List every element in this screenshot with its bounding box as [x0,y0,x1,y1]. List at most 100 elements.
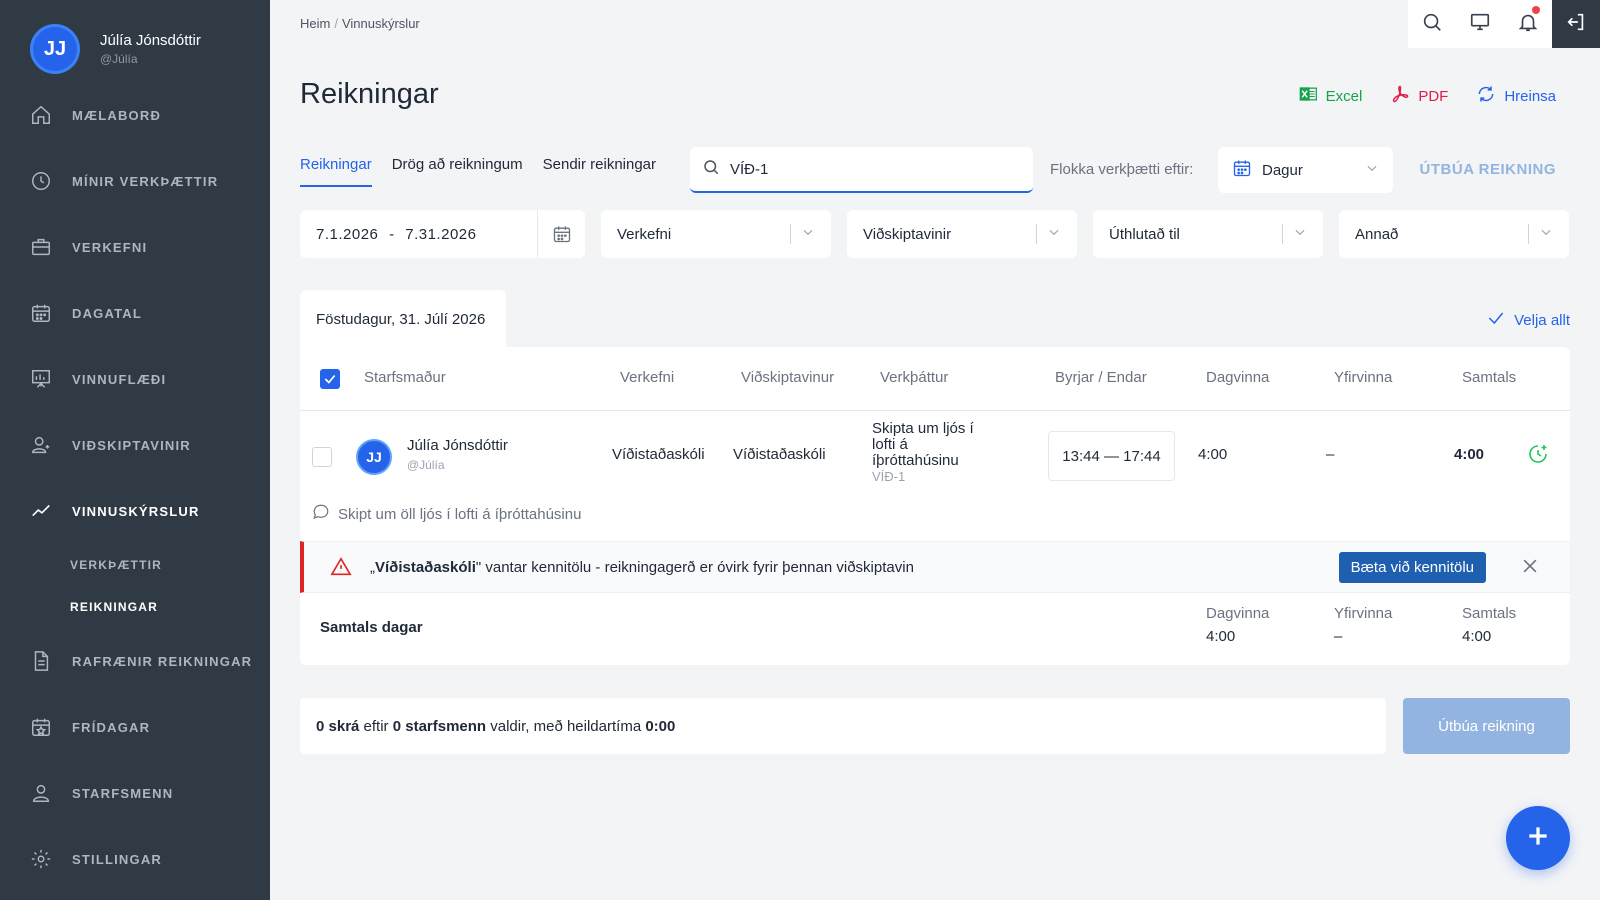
total-overtime: – [1334,628,1343,645]
clock-plus-icon [1526,445,1550,470]
group-by-value: Dagur [1262,161,1303,179]
chevron-down-icon [1539,225,1553,243]
time-range-box[interactable]: 13:44 — 17:44 [1048,431,1175,481]
search-icon [1421,11,1443,38]
calendar-icon[interactable] [537,210,585,258]
excel-icon [1298,84,1318,108]
col-overtime[interactable]: Yfirvinna [1334,369,1392,386]
group-by-select[interactable]: Dagur [1218,147,1393,193]
export-actions: Excel PDF Hreinsa [1298,84,1556,108]
missing-id-alert: „Víðistaðaskóli" vantar kennitölu - reik… [300,541,1570,593]
sidebar-nav: MÆLABORÐ MÍNIR VERKÞÆTTIR VERKEFNI DAGAT… [0,82,270,892]
user-name: Júlía Jónsdóttir [100,32,201,49]
employee-handle: @Júlía [407,458,445,472]
user-profile[interactable]: JJ Júlía Jónsdóttir @Júlía [30,24,201,74]
other-filter[interactable]: Annað [1339,210,1569,258]
day-header: Föstudagur, 31. Júlí 2026 [300,290,506,348]
check-icon [1486,308,1506,332]
workflow-icon [30,368,52,390]
add-time-button[interactable] [1526,442,1550,470]
col-task[interactable]: Verkþáttur [880,369,948,386]
date-range-picker[interactable]: 7.1.2026 - 7.31.2026 [300,210,585,258]
row-customer: Víðistaðaskóli [733,446,826,463]
plus-icon [1525,823,1551,854]
customer-filter[interactable]: Viðskiptavinir [847,210,1077,258]
breadcrumb-home[interactable]: Heim [300,16,330,31]
monitor-button[interactable] [1456,0,1504,48]
sidebar-item-my-tasks[interactable]: MÍNIR VERKÞÆTTIR [0,148,270,214]
total-day-work: 4:00 [1206,628,1236,645]
document-icon [30,650,52,672]
header-checkbox[interactable] [320,369,340,389]
sidebar-item-e-invoices[interactable]: RAFRÆNIR REIKNINGAR [0,628,270,694]
sidebar-item-workflow[interactable]: VINNUFLÆÐI [0,346,270,412]
create-invoice-button[interactable]: Útbúa reikning [1403,698,1570,754]
holiday-icon [30,716,52,738]
create-invoice-link[interactable]: ÚTBÚA REIKNING [1420,161,1556,178]
col-total[interactable]: Samtals [1462,369,1516,386]
sidebar-item-timesheets[interactable]: VINNUSKÝRSLUR [0,478,270,544]
date-from: 7.1.2026 [316,225,379,243]
sidebar-item-settings[interactable]: STILLINGAR [0,826,270,892]
sidebar-item-projects[interactable]: VERKEFNI [0,214,270,280]
search-button[interactable] [1408,0,1456,48]
tab-sent[interactable]: Sendir reikningar [543,156,656,187]
notification-badge [1532,6,1540,14]
total-sum: 4:00 [1462,628,1492,645]
sidebar-item-holidays[interactable]: FRÍDAGAR [0,694,270,760]
sidebar-item-employees[interactable]: STARFSMENN [0,760,270,826]
add-id-button[interactable]: Bæta við kennitölu [1338,552,1486,583]
gear-icon [30,848,52,870]
alert-customer: Víðistaðaskóli [375,558,476,576]
chevron-down-icon [1047,225,1061,243]
project-filter[interactable]: Verkefni [601,210,831,258]
comment-icon [312,503,330,525]
excel-export-button[interactable]: Excel [1298,84,1362,108]
notifications-button[interactable] [1504,0,1552,48]
employees-icon [30,782,52,804]
select-all-button[interactable]: Velja allt [1486,308,1570,332]
col-start-end[interactable]: Byrjar / Endar [1055,369,1147,386]
breadcrumb-current[interactable]: Vinnuskýrslur [342,16,420,31]
avatar: JJ [30,24,80,74]
date-to: 7.31.2026 [405,225,477,243]
day-totals: Samtals dagar Dagvinna 4:00 Yfirvinna – … [320,605,1517,645]
date-separator: - [389,225,395,243]
group-by-label: Flokka verkþætti eftir: [1050,161,1194,178]
calendar-icon [1232,158,1252,182]
col-employee[interactable]: Starfsmaður [364,369,446,386]
sidebar-subitem-tasks[interactable]: VERKÞÆTTIR [0,544,270,586]
col-customer[interactable]: Viðskiptavinur [741,369,834,386]
filters-row: 7.1.2026 - 7.31.2026 Verkefni Viðskiptav… [300,210,1569,258]
sidebar-subitem-invoices[interactable]: REIKNINGAR [0,586,270,628]
top-toolbar [1408,0,1600,48]
row-day-work: 4:00 [1198,446,1228,463]
clear-filters-button[interactable]: Hreinsa [1476,84,1556,108]
col-project[interactable]: Verkefni [620,369,674,386]
row-comment: Skipt um öll ljós í lofti á íþróttahúsin… [312,503,581,525]
chart-line-icon [30,500,52,522]
search-input[interactable] [730,160,1010,178]
tab-drafts[interactable]: Drög að reikningum [392,156,523,187]
pdf-export-button[interactable]: PDF [1390,84,1448,108]
avatar: JJ [356,439,392,475]
row-task: Skipta um ljós í lofti á íþróttahúsinu V… [872,420,974,485]
sidebar-item-calendar[interactable]: DAGATAL [0,280,270,346]
logout-button[interactable] [1552,0,1600,48]
monitor-icon [1469,11,1491,38]
sidebar-item-customers[interactable]: VIÐSKIPTAVINIR [0,412,270,478]
calendar-icon [30,302,52,324]
assigned-filter[interactable]: Úthlutað til [1093,210,1323,258]
briefcase-icon [30,236,52,258]
page-title: Reikningar [300,78,439,110]
close-icon[interactable] [1520,556,1540,580]
table-header: Starfsmaður Verkefni Viðskiptavinur Verk… [300,347,1570,411]
col-day-work[interactable]: Dagvinna [1206,369,1269,386]
refresh-icon [1476,84,1496,108]
pdf-icon [1390,84,1410,108]
breadcrumb: Heim / Vinnuskýrslur [300,16,420,31]
tab-invoices[interactable]: Reikningar [300,156,372,187]
add-button[interactable] [1506,806,1570,870]
sidebar-item-dashboard[interactable]: MÆLABORÐ [0,82,270,148]
row-checkbox[interactable] [312,447,332,467]
